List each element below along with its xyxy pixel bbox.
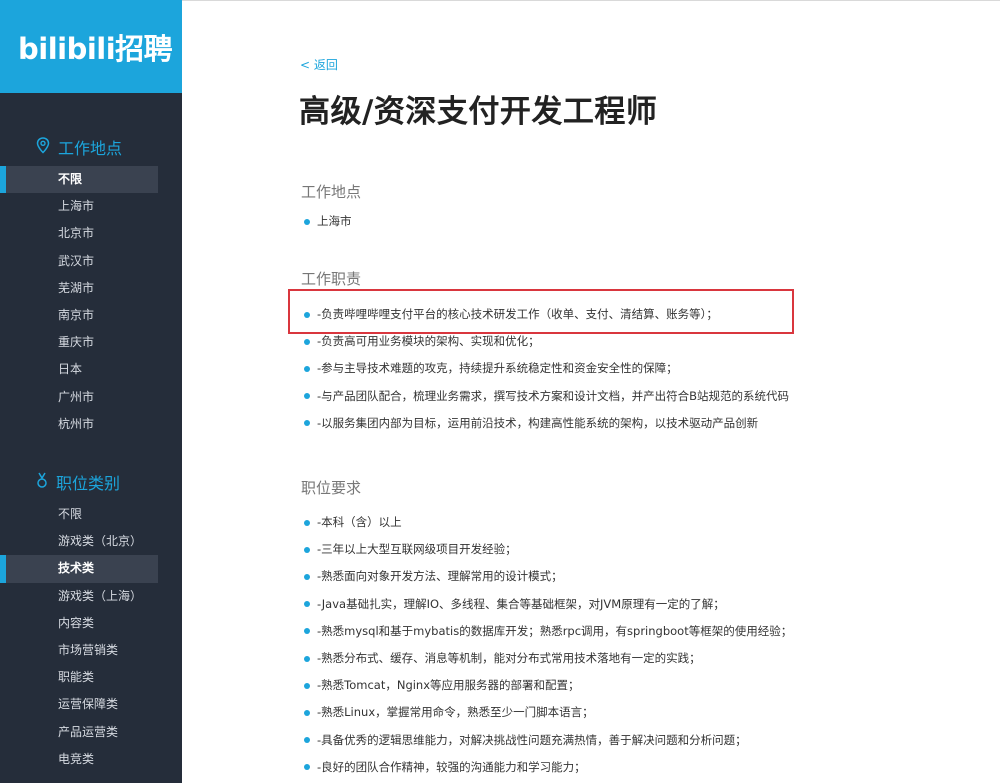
sidebar-category-item[interactable]: 运营保障类 [0,691,158,718]
requirement-item-text: -熟悉分布式、缓存、消息等机制，能对分布式常用技术落地有一定的实践； [317,650,701,665]
duty-heading: 工作职责 [301,270,362,288]
sidebar-category-item[interactable]: 不限 [0,501,158,528]
location-item-text: 上海市 [317,214,352,228]
duty-item: -参与主导技术难题的攻克，持续提升系统稳定性和资金安全性的保障； [304,355,994,382]
bullet-icon [304,365,310,372]
sidebar-location-item[interactable]: 芜湖市 [0,275,158,302]
requirement-item-text: -Java基础扎实，理解IO、多线程、集合等基础框架，对JVM原理有一定的了解； [317,596,725,611]
bullet-icon [304,573,310,580]
requirement-item: -三年以上大型互联网级项目开发经验； [304,536,994,563]
bullet-icon [304,601,310,608]
requirement-item: -熟悉面向对象开发方法、理解常用的设计模式； [304,563,994,590]
requirement-item: -熟悉mysql和基于mybatis的数据库开发；熟悉rpc调用，有spring… [304,618,994,645]
bilibili-logo[interactable]: bilibili招聘 [0,0,182,93]
highlight-box [288,289,794,334]
top-divider [182,0,1000,1]
bullet-icon [304,709,310,716]
requirement-item-text: -良好的团队合作精神，较强的沟通能力和学习能力； [317,759,586,774]
sidebar-category-item[interactable]: 市场营销类 [0,637,158,664]
category-nav: 不限 游戏类（北京） 技术类 游戏类（上海） 内容类 市场营销类 职能类 运营保障类 产品运营类… [0,501,182,773]
bullet-icon [304,519,310,526]
sidebar-category-item[interactable]: 技术类 [0,555,158,583]
location-pin-icon [36,136,58,158]
sidebar-location-item[interactable]: 杭州市 [0,411,158,438]
category-section-label: 职位类别 [56,474,121,493]
location-section-title: 工作地点 [36,135,122,159]
back-link[interactable]: < 返回 [300,56,338,73]
bullet-icon [304,338,310,345]
bullet-icon [304,737,310,744]
sidebar-location-item[interactable]: 南京市 [0,302,158,329]
sidebar: bilibili招聘 工作地点 不限 上海市 北京市 武汉市 芜湖市 南京市 重庆市 日本 广州… [0,0,182,783]
main-content: < 返回 高级/资深支付开发工程师 工作地点 上海市 工作职责 -负责哔哩哔哩支… [182,0,1000,783]
sidebar-category-item[interactable]: 职能类 [0,664,158,691]
sidebar-category-item[interactable]: 产品运营类 [0,719,158,746]
duty-item: -以服务集团内部为目标，运用前沿技术，构建高性能系统的架构，以技术驱动产品创新 [304,410,994,437]
location-item: 上海市 [304,208,994,235]
requirement-item-text: -本科（含）以上 [317,515,402,529]
requirement-item: -Java基础扎实，理解IO、多线程、集合等基础框架，对JVM原理有一定的了解； [304,591,994,618]
sidebar-location-item[interactable]: 重庆市 [0,329,158,356]
bullet-icon [304,655,310,662]
requirement-item-text: -熟悉mysql和基于mybatis的数据库开发；熟悉rpc调用，有spring… [317,623,793,638]
page-title: 高级/资深支付开发工程师 [299,94,658,130]
sidebar-location-item[interactable]: 上海市 [0,193,158,220]
requirement-item: -良好的团队合作精神，较强的沟通能力和学习能力； [304,754,994,781]
requirements-list: -本科（含）以上 -三年以上大型互联网级项目开发经验； -熟悉面向对象开发方法、理解… [304,509,994,781]
bullet-icon [304,218,310,225]
bullet-icon [304,393,310,400]
sidebar-location-item[interactable]: 北京市 [0,220,158,247]
location-nav: 不限 上海市 北京市 武汉市 芜湖市 南京市 重庆市 日本 广州市 杭州市 [0,166,182,438]
sidebar-category-item[interactable]: 电竞类 [0,746,158,773]
sidebar-location-item[interactable]: 日本 [0,356,158,383]
requirement-item-text: -熟悉Tomcat，Nginx等应用服务器的部署和配置； [317,678,580,693]
sidebar-category-item[interactable]: 游戏类（北京） [0,528,158,555]
location-list: 上海市 [304,208,994,235]
duty-item-text: -参与主导技术难题的攻克，持续提升系统稳定性和资金安全性的保障； [317,361,678,376]
requirement-item: -熟悉Linux，掌握常用命令，熟悉至少一门脚本语言； [304,699,994,726]
requirement-item-text: -熟悉面向对象开发方法、理解常用的设计模式； [317,569,563,584]
requirement-item: -熟悉Tomcat，Nginx等应用服务器的部署和配置； [304,672,994,699]
sidebar-location-item[interactable]: 武汉市 [0,248,158,275]
requirement-item: -本科（含）以上 [304,509,994,536]
category-icon [36,472,56,493]
sidebar-category-item[interactable]: 内容类 [0,610,158,637]
sidebar-location-item[interactable]: 不限 [0,166,158,194]
category-section-title: 职位类别 [36,470,120,494]
duty-item-text: -与产品团队配合，梳理业务需求，撰写技术方案和设计文档，并产出符合B站规范的系统… [317,388,790,403]
sidebar-category-item[interactable]: 游戏类（上海） [0,583,158,610]
requirement-item-text: -三年以上大型互联网级项目开发经验； [317,542,517,557]
bullet-icon [304,764,310,771]
location-heading: 工作地点 [301,183,362,201]
bullet-icon [304,682,310,689]
requirement-item: -熟悉分布式、缓存、消息等机制，能对分布式常用技术落地有一定的实践； [304,645,994,672]
requirement-item: -具备优秀的逻辑思维能力，对解决挑战性问题充满热情，善于解决问题和分析问题； [304,727,994,754]
bullet-icon [304,628,310,635]
duty-item-text: -以服务集团内部为目标，运用前沿技术，构建高性能系统的架构，以技术驱动产品创新 [317,415,759,430]
duty-item: -与产品团队配合，梳理业务需求，撰写技术方案和设计文档，并产出符合B站规范的系统… [304,383,994,410]
location-section-label: 工作地点 [58,139,123,158]
bullet-icon [304,420,310,427]
bullet-icon [304,546,310,553]
requirements-heading: 职位要求 [301,479,362,497]
requirement-item-text: -具备优秀的逻辑思维能力，对解决挑战性问题充满热情，善于解决问题和分析问题； [317,732,747,747]
sidebar-location-item[interactable]: 广州市 [0,384,158,411]
requirement-item-text: -熟悉Linux，掌握常用命令，熟悉至少一门脚本语言； [317,705,594,720]
